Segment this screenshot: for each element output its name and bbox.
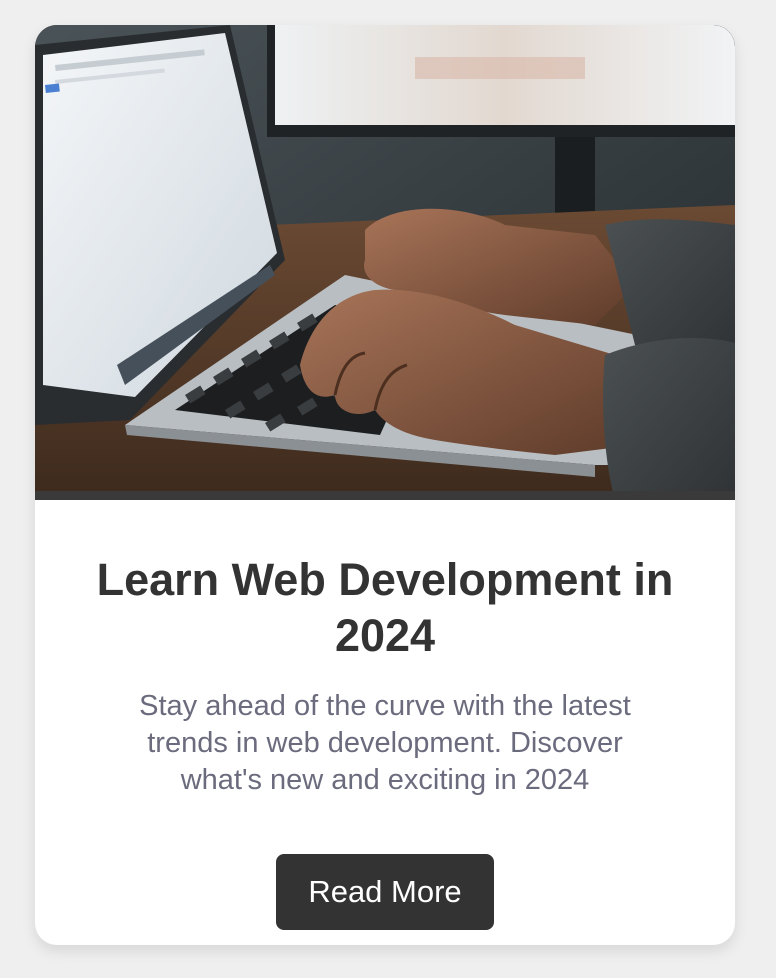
read-more-button[interactable]: Read More — [276, 854, 494, 930]
card-title: Learn Web Development in 2024 — [96, 554, 674, 661]
laptop-typing-photo-icon — [35, 25, 735, 500]
card-body: Learn Web Development in 2024 Stay ahead… — [35, 500, 735, 930]
hero-image — [35, 25, 735, 500]
card-description: Stay ahead of the curve with the latest … — [139, 690, 631, 796]
article-card: Learn Web Development in 2024 Stay ahead… — [35, 25, 735, 945]
hero-divider — [35, 491, 735, 500]
